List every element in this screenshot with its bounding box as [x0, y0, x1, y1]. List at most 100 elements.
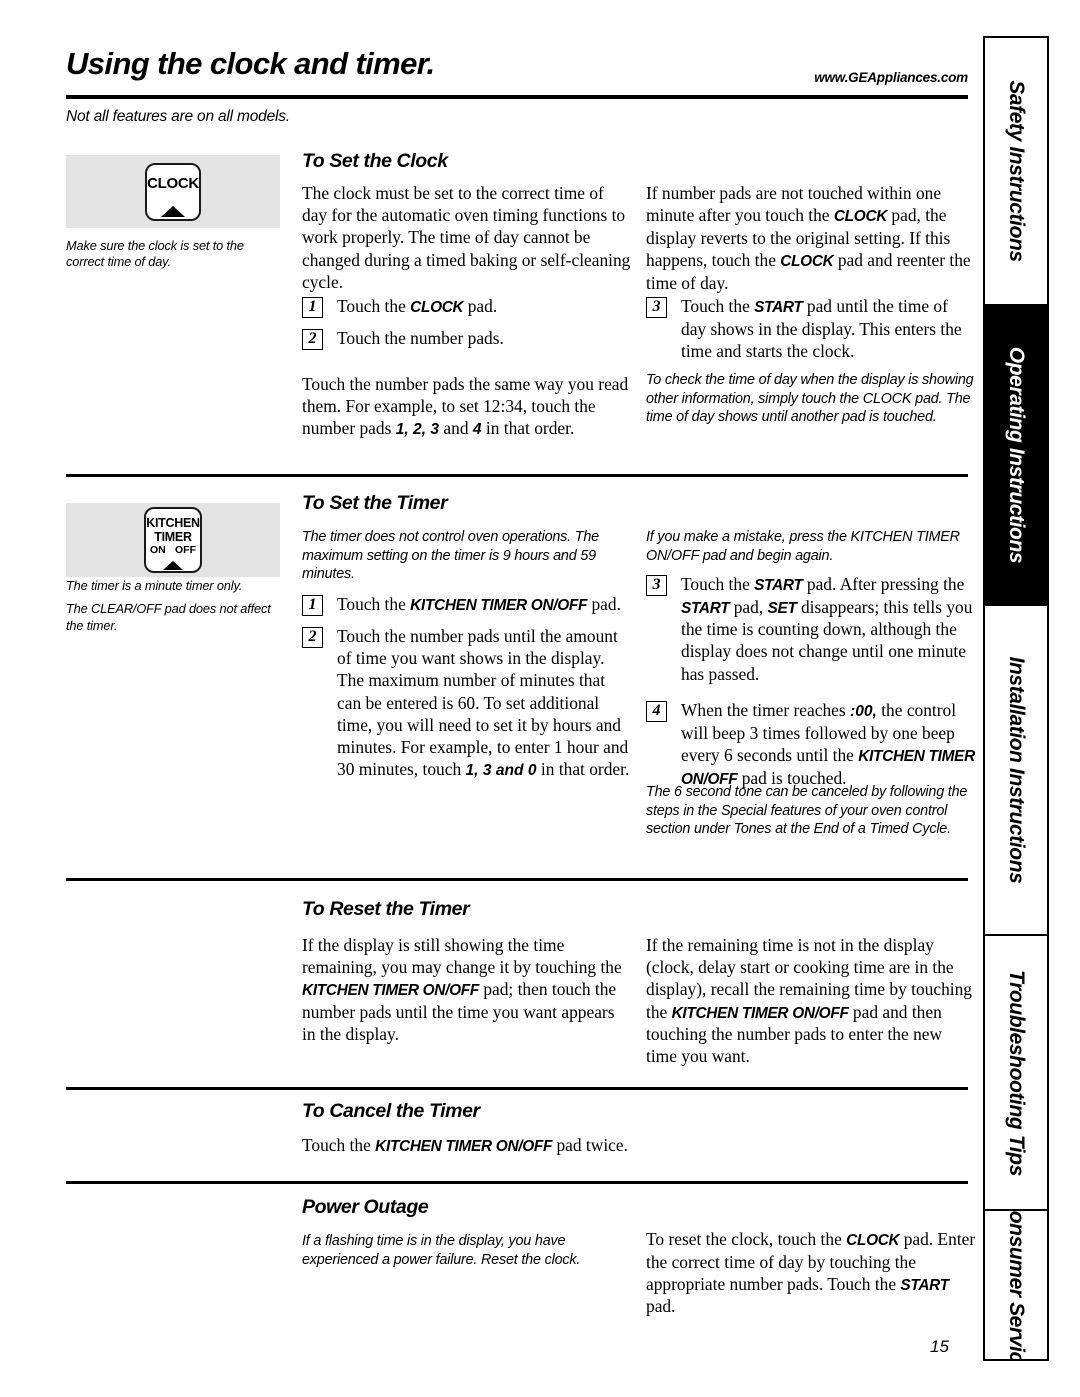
pad-name-emphasis: CLOCK — [780, 253, 834, 271]
text-fragment: To reset the clock, touch the — [646, 1229, 847, 1249]
step-number: 1 — [302, 595, 323, 616]
set-clock-intro: The clock must be set to the correct tim… — [302, 183, 631, 292]
kitchen-timer-pad-illustration: KITCHEN TIMER ON OFF — [66, 503, 280, 577]
power-outage-left-note: If a flashing time is in the display, yo… — [302, 1232, 632, 1269]
reset-timer-left-column: If the display is still showing the time… — [302, 934, 632, 1045]
step-number: 2 — [302, 627, 323, 648]
timer-pad-off-label: OFF — [175, 544, 196, 556]
example-mid: and — [439, 418, 473, 439]
kitchen-timer-caption: The timer is a minute timer only. The CL… — [66, 578, 278, 634]
sidebar-tab-label: Installation Instructions — [1005, 656, 1028, 884]
sidebar-tab-label: Safety Instructions — [1005, 80, 1028, 262]
note-paragraph: The 6 second tone can be canceled by fol… — [646, 784, 968, 838]
step-item: 2 Touch the number pads until the amount… — [302, 625, 632, 781]
section-divider-3 — [66, 1087, 968, 1090]
set-clock-left-column: The clock must be set to the correct tim… — [302, 182, 632, 293]
set-timer-steps: 1 Touch the KITCHEN TIMER ON/OFF pad. 2 … — [302, 593, 632, 790]
note-paragraph: To check the time of day when the displa… — [646, 372, 974, 426]
cancel-timer-text: Touch the KITCHEN TIMER ON/OFF pad twice… — [302, 1134, 982, 1157]
cancel-timer-paragraph: Touch the KITCHEN TIMER ON/OFF pad twice… — [302, 1134, 982, 1157]
step-text: Touch the number pads until the amount o… — [323, 625, 632, 781]
set-clock-check-note: To check the time of day when the displa… — [646, 371, 976, 427]
step-text: Touch the number pads. — [323, 327, 632, 349]
sidebar-tab-label: Troubleshooting Tips — [1005, 969, 1028, 1176]
set-clock-step3: 3 Touch the START pad until the time of … — [646, 295, 976, 371]
reset-timer-left-paragraph: If the display is still showing the time… — [302, 934, 632, 1045]
sidebar-tab-consumer-service[interactable]: Consumer Service — [985, 1211, 1047, 1359]
step-text-post: pad. — [463, 296, 498, 316]
text-fragment: Touch the — [302, 1135, 376, 1155]
pad-name-emphasis: CLOCK — [410, 299, 464, 316]
kitchen-timer-pad-graphic: KITCHEN TIMER ON OFF — [144, 507, 202, 573]
text-fragment: pad, — [729, 596, 768, 617]
set-clock-right-column: If number pads are not touched within on… — [646, 182, 976, 294]
power-outage-right-column: To reset the clock, touch the CLOCK pad.… — [646, 1228, 976, 1318]
sidebar-tab-label: Operating Instructions — [1005, 346, 1028, 564]
sidebar-tab-installation-instructions[interactable]: Installation Instructions — [985, 606, 1047, 936]
number-emphasis: 1, 2, 3 — [395, 421, 440, 439]
step-text-pre: Touch the number pads. — [337, 328, 504, 348]
number-emphasis: 1, 3 and 0 — [465, 762, 537, 780]
sidebar-tab-safety-instructions[interactable]: Safety Instructions — [985, 38, 1047, 306]
example-post: in that order. — [481, 418, 575, 439]
step-item: 4 When the timer reaches :00, the contro… — [646, 699, 976, 789]
step-item: 1 Touch the CLOCK pad. — [302, 295, 632, 318]
pad-name-emphasis: KITCHEN TIMER ON/OFF — [375, 1138, 553, 1155]
pad-name-emphasis: CLOCK — [833, 208, 888, 226]
section-heading-set-clock: To Set the Clock — [302, 150, 448, 172]
step-number: 4 — [646, 700, 667, 722]
section-heading-power-outage: Power Outage — [302, 1196, 429, 1218]
reset-timer-right-paragraph: If the remaining time is not in the disp… — [646, 934, 976, 1068]
section-heading-set-timer: To Set the Timer — [302, 492, 448, 514]
timer-pad-on-label: ON — [150, 544, 166, 556]
caption-line: The timer is a minute timer only. — [66, 578, 243, 593]
website-url: www.GEAppliances.com — [814, 70, 968, 85]
section-heading-reset-timer: To Reset the Timer — [302, 898, 470, 920]
step-number: 3 — [646, 297, 667, 318]
set-clock-example: Touch the number pads the same way you r… — [302, 373, 632, 440]
step-text-pre: Touch the — [681, 296, 755, 316]
pad-name-emphasis: START — [681, 599, 730, 617]
step-text: When the timer reaches :00, the control … — [667, 699, 976, 789]
sidebar-tab-operating-instructions[interactable]: Operating Instructions — [985, 306, 1047, 606]
set-clock-steps: 1 Touch the CLOCK pad. 2 Touch the numbe… — [302, 295, 632, 359]
step-item: 3 Touch the START pad. After pressing th… — [646, 573, 976, 685]
page-header: Using the clock and timer. www.GEApplian… — [66, 46, 968, 85]
header-divider — [66, 95, 968, 99]
step-text: Touch the START pad until the time of da… — [667, 295, 976, 362]
page-subtitle: Not all features are on all models. — [66, 108, 290, 125]
pad-name-emphasis: START — [754, 577, 803, 594]
set-timer-mistake-note: If you make a mistake, press the KITCHEN… — [646, 528, 976, 565]
triangle-up-icon — [163, 561, 183, 570]
step-item: 2 Touch the number pads. — [302, 327, 632, 350]
pad-name-emphasis: KITCHEN TIMER ON/OFF — [302, 982, 479, 1000]
pad-name-emphasis: SET — [767, 599, 797, 617]
timer-pad-label-line1: KITCHEN — [146, 516, 200, 530]
display-value-emphasis: :00, — [850, 702, 877, 720]
step-text-pre: Touch the — [337, 594, 411, 614]
step-item: 1 Touch the KITCHEN TIMER ON/OFF pad. — [302, 593, 632, 616]
set-timer-right-steps: 3 Touch the START pad. After pressing th… — [646, 573, 976, 798]
text-fragment: If the display is still showing the time… — [302, 935, 622, 978]
clock-pad-label: CLOCK — [147, 174, 199, 192]
clock-pad-caption: Make sure the clock is set to the correc… — [66, 238, 278, 271]
sidebar-tab-troubleshooting-tips[interactable]: Troubleshooting Tips — [985, 936, 1047, 1211]
page-title: Using the clock and timer. — [66, 46, 435, 81]
text-fragment: pad. — [646, 1296, 676, 1317]
section-heading-cancel-timer: To Cancel the Timer — [302, 1100, 480, 1122]
caption-line: The CLEAR/OFF pad does not affect the ti… — [66, 601, 271, 633]
timer-pad-label-line2: TIMER — [154, 530, 192, 544]
manual-page: Using the clock and timer. www.GEApplian… — [0, 0, 1080, 1397]
triangle-up-icon — [161, 205, 185, 217]
step-text-pre: Touch the — [337, 296, 411, 316]
section-tab-strip: Safety Instructions Operating Instructio… — [983, 36, 1049, 1361]
step-number: 3 — [646, 575, 667, 596]
pad-name-emphasis: KITCHEN TIMER ON/OFF — [671, 1004, 849, 1022]
text-fragment: pad twice. — [552, 1135, 628, 1155]
step-text: Touch the CLOCK pad. — [323, 295, 632, 318]
step-text: Touch the KITCHEN TIMER ON/OFF pad. — [323, 593, 632, 616]
step-text-post: pad. — [587, 594, 621, 614]
step-number: 2 — [302, 329, 323, 350]
section-divider-1 — [66, 474, 968, 477]
sidebar-tab-label: Consumer Service — [1005, 1211, 1028, 1359]
